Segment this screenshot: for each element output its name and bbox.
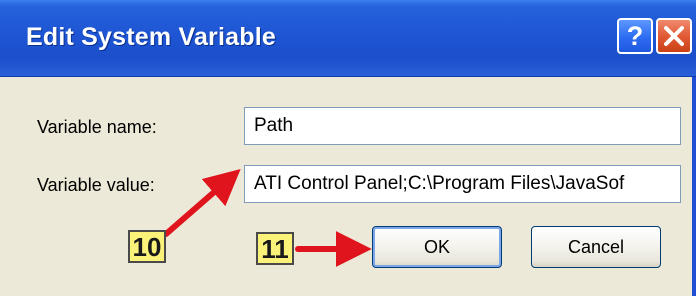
variable-value-field[interactable]: ATI Control Panel;C:\Program Files\JavaS…	[244, 165, 681, 203]
step-badge-11: 11	[256, 232, 294, 265]
close-icon	[664, 26, 684, 46]
ok-button[interactable]: OK	[372, 226, 502, 268]
help-button[interactable]: ?	[617, 18, 653, 54]
step-badge-10: 10	[128, 230, 166, 263]
title-bar[interactable]: Edit System Variable ?	[0, 0, 696, 77]
edit-system-variable-dialog: Edit System Variable ? Variable name: Pa…	[0, 0, 696, 296]
help-icon: ?	[626, 21, 644, 51]
variable-name-label: Variable name:	[37, 117, 157, 137]
cancel-button[interactable]: Cancel	[531, 226, 661, 268]
close-button[interactable]	[656, 18, 692, 54]
variable-value-label: Variable value:	[37, 175, 155, 195]
dialog-title: Edit System Variable	[26, 23, 276, 51]
variable-name-field[interactable]: Path	[244, 107, 681, 145]
